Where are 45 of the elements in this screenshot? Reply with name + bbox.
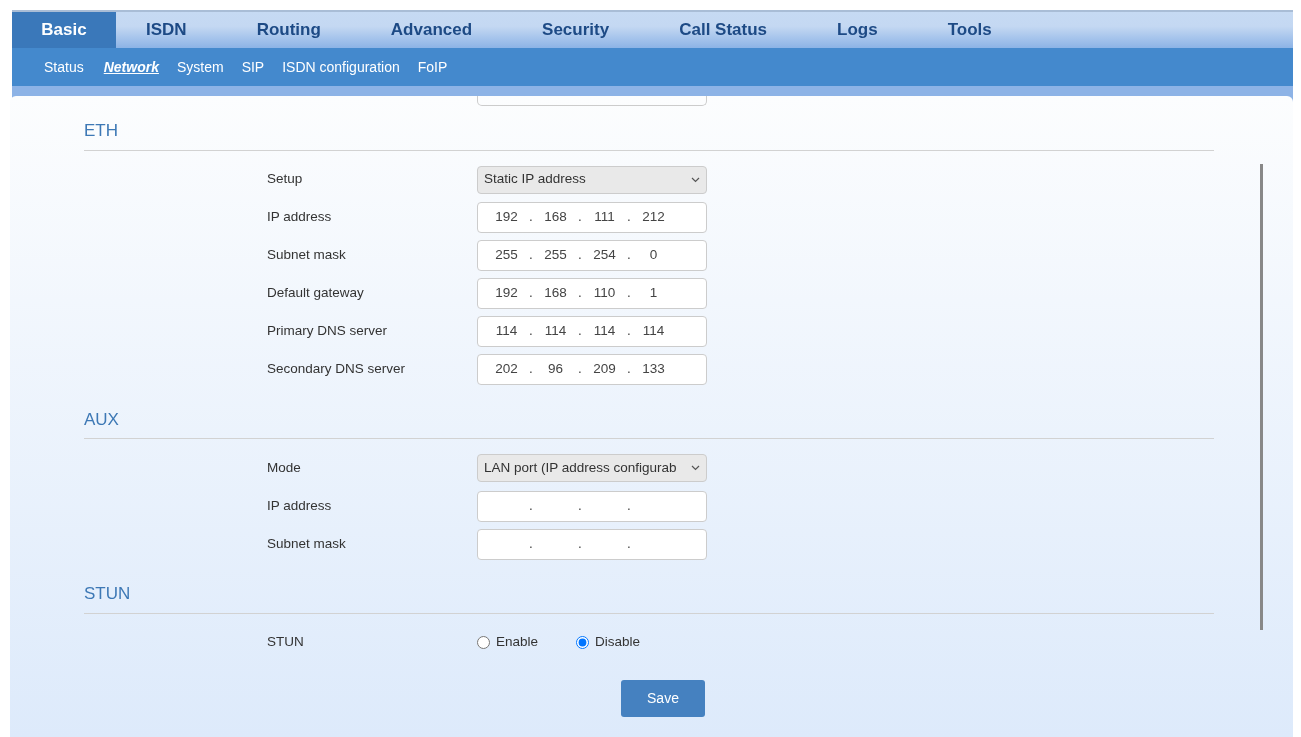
field-label: Primary DNS server — [267, 322, 388, 341]
main-tab[interactable]: Logs — [815, 12, 900, 48]
field-label: Subnet mask — [267, 534, 347, 553]
section-heading: ETH — [84, 118, 1214, 151]
input-field[interactable] — [477, 96, 707, 106]
ip-address-field[interactable]: 114 . 114 . 114 . 114 — [477, 316, 707, 347]
main-tab[interactable]: Routing — [234, 12, 343, 48]
field-label: STUN — [267, 633, 305, 652]
main-tab[interactable]: Basic — [12, 12, 116, 48]
field-label: Mode — [267, 458, 302, 477]
scrollbar[interactable] — [1260, 164, 1263, 630]
sub-tab-link[interactable]: SIP — [241, 56, 275, 78]
radio-label: Disable — [595, 633, 641, 652]
sub-tab-link[interactable]: Network — [103, 56, 169, 78]
ip-address-field[interactable]: 192 . 168 . 110 . 1 — [477, 278, 707, 309]
field-label: IP address — [267, 496, 333, 515]
sub-tab-link[interactable]: Status — [44, 56, 94, 78]
sub-tab-link[interactable]: ISDN configuration — [282, 56, 410, 78]
section-heading: AUX — [84, 406, 1214, 439]
main-tab[interactable]: Tools — [925, 12, 1014, 48]
field-label: Default gateway — [267, 284, 365, 303]
main-tab[interactable]: Advanced — [368, 12, 495, 48]
field-label: IP address — [267, 208, 333, 227]
ip-address-field[interactable]: 255 . 255 . 254 . 0 — [477, 240, 707, 271]
caret-icon — [691, 176, 700, 183]
section-heading: STUN — [84, 581, 1214, 614]
field-label: Secondary DNS server — [267, 360, 407, 379]
dropdown[interactable]: LAN port (IP address configurab — [477, 454, 707, 482]
caret-icon — [691, 465, 700, 471]
ip-address-field[interactable]: . . . — [477, 528, 707, 560]
sub-tab-link[interactable]: FoIP — [417, 56, 458, 78]
radio-button[interactable] — [576, 636, 590, 649]
ip-address-field[interactable]: 202 . 96 . 209 . 133 — [477, 354, 707, 385]
main-tab[interactable]: ISDN — [124, 12, 209, 48]
ip-address-field[interactable]: 192 . 168 . 111 . 212 — [477, 202, 707, 233]
ip-address-field[interactable]: . . . — [477, 490, 707, 522]
main-tab[interactable]: Security — [520, 12, 632, 48]
radio-label: Enable — [496, 633, 539, 652]
main-tab[interactable]: Call Status — [657, 12, 790, 48]
field-label: Setup — [267, 170, 304, 189]
field-label: Subnet mask — [267, 246, 347, 265]
sub-tab-link[interactable]: System — [176, 56, 234, 78]
radio-button[interactable] — [477, 636, 490, 649]
save-button[interactable]: Save — [621, 679, 705, 717]
dropdown[interactable]: Static IP address — [477, 165, 707, 194]
